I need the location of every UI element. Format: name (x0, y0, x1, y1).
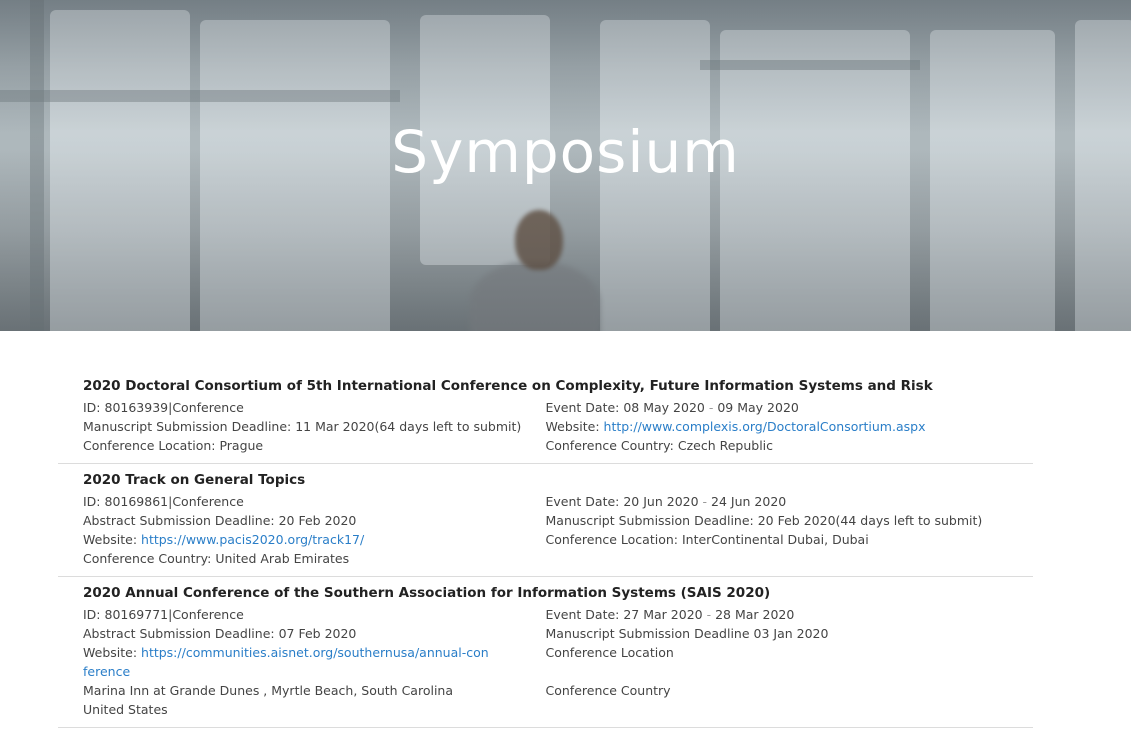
conference-right-column: Event Date: 20 Jun 2020 - 24 Jun 2020 Ma… (546, 492, 1009, 568)
conference-country: Conference Country: Czech Republic (545, 438, 774, 453)
date-separator: - (702, 607, 716, 622)
conference-address-country: United States (83, 702, 168, 717)
conference-title[interactable]: 2020 Annual Conference of the Southern A… (83, 585, 1008, 601)
page-title: Symposium (391, 118, 740, 186)
website-link[interactable]: https://communities.aisnet.org/southernu… (83, 645, 489, 679)
conference-country-label: Conference Country (545, 683, 671, 698)
abstract-deadline: Abstract Submission Deadline: 07 Feb 202… (83, 626, 357, 641)
website-link[interactable]: https://www.pacis2020.org/track17/ (141, 532, 364, 547)
event-date-label: Event Date: (545, 400, 624, 415)
event-date: Event Date: 08 May 2020 - 09 May 2020 (546, 398, 1009, 417)
conference-left-column: ID: 80169861|Conference Abstract Submiss… (83, 492, 546, 568)
conference-address: Marina Inn at Grande Dunes , Myrtle Beac… (83, 683, 454, 698)
event-date: Event Date: 20 Jun 2020 - 24 Jun 2020 (546, 492, 1009, 511)
conference-right-column: Event Date: 27 Mar 2020 - 28 Mar 2020 Ma… (546, 605, 1009, 719)
conference-right-column: Event Date: 08 May 2020 - 09 May 2020 We… (546, 398, 1009, 455)
event-date-end: 09 May 2020 (717, 400, 799, 415)
website: Website: https://www.pacis2020.org/track… (83, 530, 546, 549)
conference-location-label: Conference Location (545, 645, 674, 660)
conference-item: 2020 Annual Conference of the Southern A… (58, 577, 1033, 728)
website: Website: https://communities.aisnet.org/… (83, 643, 493, 681)
manuscript-deadline: Manuscript Submission Deadline 03 Jan 20… (545, 626, 829, 641)
conference-left-column: ID: 80163939|Conference Manuscript Submi… (83, 398, 546, 455)
conference-item: 2020 Track on General Topics ID: 8016986… (58, 464, 1033, 577)
website-label: Website: (83, 645, 142, 660)
event-date-label: Event Date: (545, 494, 624, 509)
hero-banner: Symposium (0, 0, 1131, 331)
conference-location: Conference Location: InterContinental Du… (545, 532, 869, 547)
event-date-end: 28 Mar 2020 (715, 607, 795, 622)
conference-country: Conference Country: United Arab Emirates (83, 551, 350, 566)
event-date-start: 20 Jun 2020 (623, 494, 699, 509)
date-separator: - (698, 494, 712, 509)
conference-item: 2020 Doctoral Consortium of 5th Internat… (58, 370, 1033, 464)
conference-left-column: ID: 80169771|Conference Abstract Submiss… (83, 605, 546, 719)
abstract-deadline: Abstract Submission Deadline: 20 Feb 202… (83, 513, 357, 528)
conference-id: ID: 80169771|Conference (83, 607, 244, 622)
conference-id: ID: 80163939|Conference (83, 400, 244, 415)
conference-title[interactable]: 2020 Doctoral Consortium of 5th Internat… (83, 378, 1008, 394)
date-separator: - (704, 400, 718, 415)
website-link[interactable]: http://www.complexis.org/DoctoralConsort… (604, 419, 926, 434)
event-date: Event Date: 27 Mar 2020 - 28 Mar 2020 (546, 605, 1009, 624)
event-date-start: 08 May 2020 (623, 400, 705, 415)
event-date-end: 24 Jun 2020 (711, 494, 787, 509)
conference-location: Conference Location: Prague (83, 438, 264, 453)
conference-list: 2020 Doctoral Consortium of 5th Internat… (58, 370, 1033, 728)
event-date-start: 27 Mar 2020 (623, 607, 703, 622)
website-label: Website: (545, 419, 604, 434)
conference-id: ID: 80169861|Conference (83, 494, 244, 509)
conference-title[interactable]: 2020 Track on General Topics (83, 472, 1008, 488)
website: Website: http://www.complexis.org/Doctor… (546, 417, 1009, 436)
event-date-label: Event Date: (545, 607, 624, 622)
manuscript-deadline: Manuscript Submission Deadline: 20 Feb 2… (545, 513, 983, 528)
website-label: Website: (83, 532, 142, 547)
manuscript-deadline: Manuscript Submission Deadline: 11 Mar 2… (83, 419, 522, 434)
